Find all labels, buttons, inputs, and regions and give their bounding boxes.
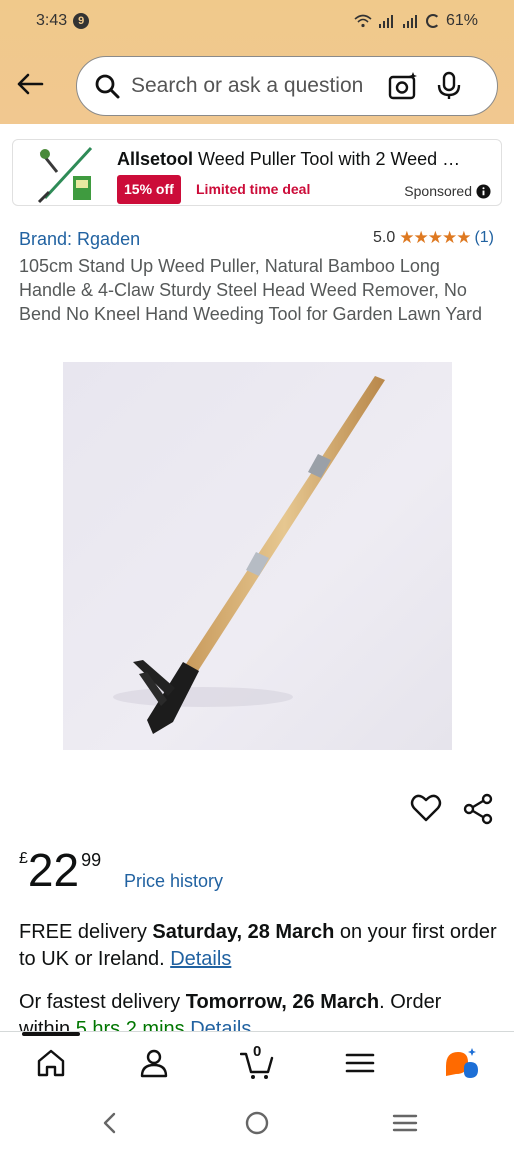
sponsored-product-thumbnail[interactable] xyxy=(35,142,97,204)
bottom-navigation: 0 xyxy=(0,1031,514,1093)
sponsored-product-card[interactable]: Allsetool Weed Puller Tool with 2 Weed …… xyxy=(12,139,502,206)
battery-level: 61% xyxy=(445,12,478,29)
sponsored-label[interactable]: Sponsored xyxy=(404,183,491,199)
signal-icon-2 xyxy=(402,15,417,28)
wifi-icon xyxy=(354,14,372,28)
system-home-icon[interactable] xyxy=(243,1109,271,1137)
menu-icon[interactable] xyxy=(343,1046,377,1080)
within-label: within xyxy=(19,1018,71,1031)
product-price: £ 22 99 xyxy=(19,842,101,898)
account-icon[interactable] xyxy=(137,1046,171,1080)
fastest-details-link[interactable]: Details xyxy=(190,1018,251,1031)
status-bar: 3:43 9 61% xyxy=(0,0,514,42)
cart-button[interactable]: 0 xyxy=(239,1043,274,1080)
weed-puller-illustration xyxy=(113,376,385,734)
system-recents-icon[interactable] xyxy=(391,1109,419,1137)
system-back-icon[interactable] xyxy=(96,1109,124,1137)
product-title: 105cm Stand Up Weed Puller, Natural Bamb… xyxy=(19,256,482,324)
top-header: 3:43 9 61% xyxy=(0,0,514,124)
rating-value: 5.0 xyxy=(372,229,396,246)
delivery-details-link[interactable]: Details xyxy=(170,948,231,970)
deal-label: Limited time deal xyxy=(196,181,311,197)
delivery-date: Saturday, 28 March xyxy=(152,921,335,943)
home-icon[interactable] xyxy=(34,1046,68,1080)
price-symbol: £ xyxy=(19,850,28,867)
price-history-link[interactable]: Price history xyxy=(124,871,223,892)
discount-badge: 15% off xyxy=(117,175,181,204)
brand-link[interactable]: Brand: Rgaden xyxy=(19,229,140,250)
status-time: 3:43 xyxy=(36,12,68,29)
rufus-assistant-icon[interactable] xyxy=(444,1046,478,1080)
back-arrow-icon[interactable] xyxy=(14,68,46,100)
fastest-delivery-info: Or fastest delivery Tomorrow, 26 March. … xyxy=(19,989,499,1031)
delivery-info: FREE delivery Saturday, 28 March on your… xyxy=(19,919,499,973)
delivery-countdown: 5 hrs 2 mins xyxy=(75,1018,185,1031)
price-fraction: 99 xyxy=(81,850,102,870)
sponsored-brand: Allsetool xyxy=(117,149,194,169)
info-icon[interactable] xyxy=(476,183,491,199)
search-input[interactable] xyxy=(131,74,381,98)
microphone-icon[interactable] xyxy=(435,71,463,101)
price-whole: 22 xyxy=(27,844,80,896)
fastest-date: Tomorrow, 26 March xyxy=(185,991,380,1013)
sponsored-product-title[interactable]: Allsetool Weed Puller Tool with 2 Weed … xyxy=(117,149,497,170)
search-bar[interactable] xyxy=(76,56,498,116)
rating-summary[interactable]: 5.0 ★★★★★ (1) xyxy=(373,228,494,248)
cart-count: 0 xyxy=(253,1043,262,1060)
sponsored-title-text: Weed Puller Tool with 2 Weed … xyxy=(198,149,461,169)
search-icon xyxy=(95,74,120,99)
product-image[interactable] xyxy=(63,362,452,750)
wishlist-heart-icon[interactable] xyxy=(410,792,442,824)
notification-badge: 9 xyxy=(73,13,90,29)
fastest-prefix: Or fastest delivery xyxy=(19,991,181,1013)
share-icon[interactable] xyxy=(463,793,495,825)
sponsored-text: Sponsored xyxy=(404,183,472,199)
camera-lens-icon[interactable] xyxy=(387,70,419,102)
delivery-prefix: FREE delivery xyxy=(19,921,147,943)
active-tab-indicator xyxy=(22,1032,80,1036)
system-navigation-bar xyxy=(0,1093,514,1151)
signal-icon xyxy=(378,15,393,28)
battery-icon xyxy=(425,14,440,28)
fastest-suffix: . Order xyxy=(379,991,442,1013)
rating-count[interactable]: (1) xyxy=(474,229,494,247)
star-rating-icon: ★★★★★ xyxy=(399,228,471,247)
